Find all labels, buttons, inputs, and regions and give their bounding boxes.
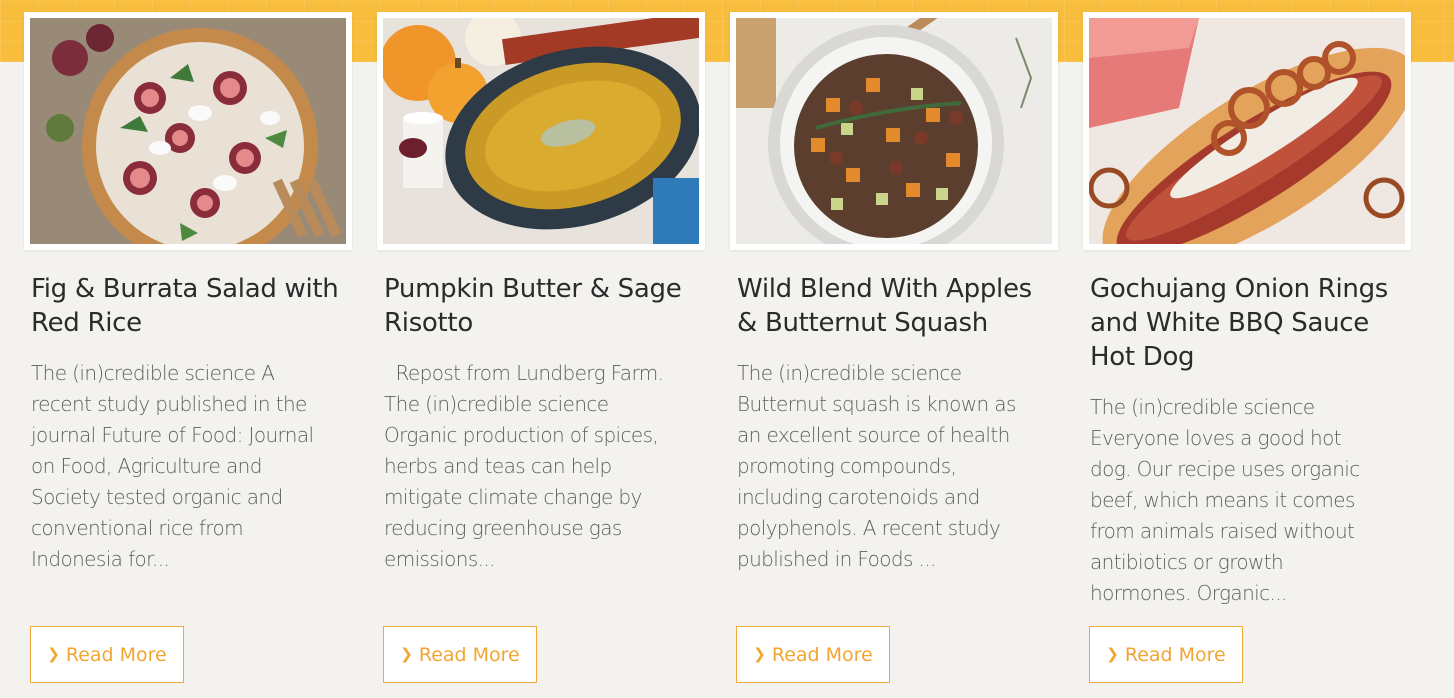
read-more-button[interactable]: ❯ Read More xyxy=(1089,626,1243,683)
recipe-image[interactable] xyxy=(383,18,699,244)
recipe-image-frame[interactable] xyxy=(1083,12,1411,250)
recipe-image[interactable] xyxy=(736,18,1052,244)
recipe-card: Gochujang Onion Rings and White BBQ Sauc… xyxy=(1083,12,1413,698)
recipe-title[interactable]: Wild Blend With Apples & Butternut Squas… xyxy=(737,272,1057,340)
recipe-excerpt: The (in)credible science Everyone loves … xyxy=(1090,395,1360,605)
recipe-image[interactable] xyxy=(30,18,346,244)
recipe-excerpt: The (in)credible science A recent study … xyxy=(31,361,314,571)
read-more-label: Read More xyxy=(418,643,520,666)
recipe-image-frame[interactable] xyxy=(24,12,352,250)
read-more-label: Read More xyxy=(1124,643,1226,666)
read-more-label: Read More xyxy=(771,643,873,666)
chevron-right-icon: ❯ xyxy=(753,644,766,663)
recipe-card: Fig & Burrata Salad with Red Rice The (i… xyxy=(24,12,354,698)
recipe-card: Wild Blend With Apples & Butternut Squas… xyxy=(730,12,1060,698)
recipe-card: Pumpkin Butter & Sage Risotto Repost fro… xyxy=(377,12,707,698)
recipe-title[interactable]: Pumpkin Butter & Sage Risotto xyxy=(384,272,704,340)
recipe-excerpt: The (in)credible science Butternut squas… xyxy=(737,361,1016,571)
read-more-button[interactable]: ❯ Read More xyxy=(30,626,184,683)
recipe-image-frame[interactable] xyxy=(730,12,1058,250)
read-more-button[interactable]: ❯ Read More xyxy=(383,626,537,683)
chevron-right-icon: ❯ xyxy=(47,644,60,663)
recipe-card-grid: Fig & Burrata Salad with Red Rice The (i… xyxy=(0,0,1454,698)
recipe-title[interactable]: Fig & Burrata Salad with Red Rice xyxy=(31,272,351,340)
recipe-excerpt: Repost from Lundberg Farm. The (in)credi… xyxy=(384,361,687,571)
recipe-image-frame[interactable] xyxy=(377,12,705,250)
read-more-button[interactable]: ❯ Read More xyxy=(736,626,890,683)
recipe-image[interactable] xyxy=(1089,18,1405,244)
recipe-title[interactable]: Gochujang Onion Rings and White BBQ Sauc… xyxy=(1090,272,1410,374)
chevron-right-icon: ❯ xyxy=(400,644,413,663)
read-more-label: Read More xyxy=(65,643,167,666)
chevron-right-icon: ❯ xyxy=(1106,644,1119,663)
